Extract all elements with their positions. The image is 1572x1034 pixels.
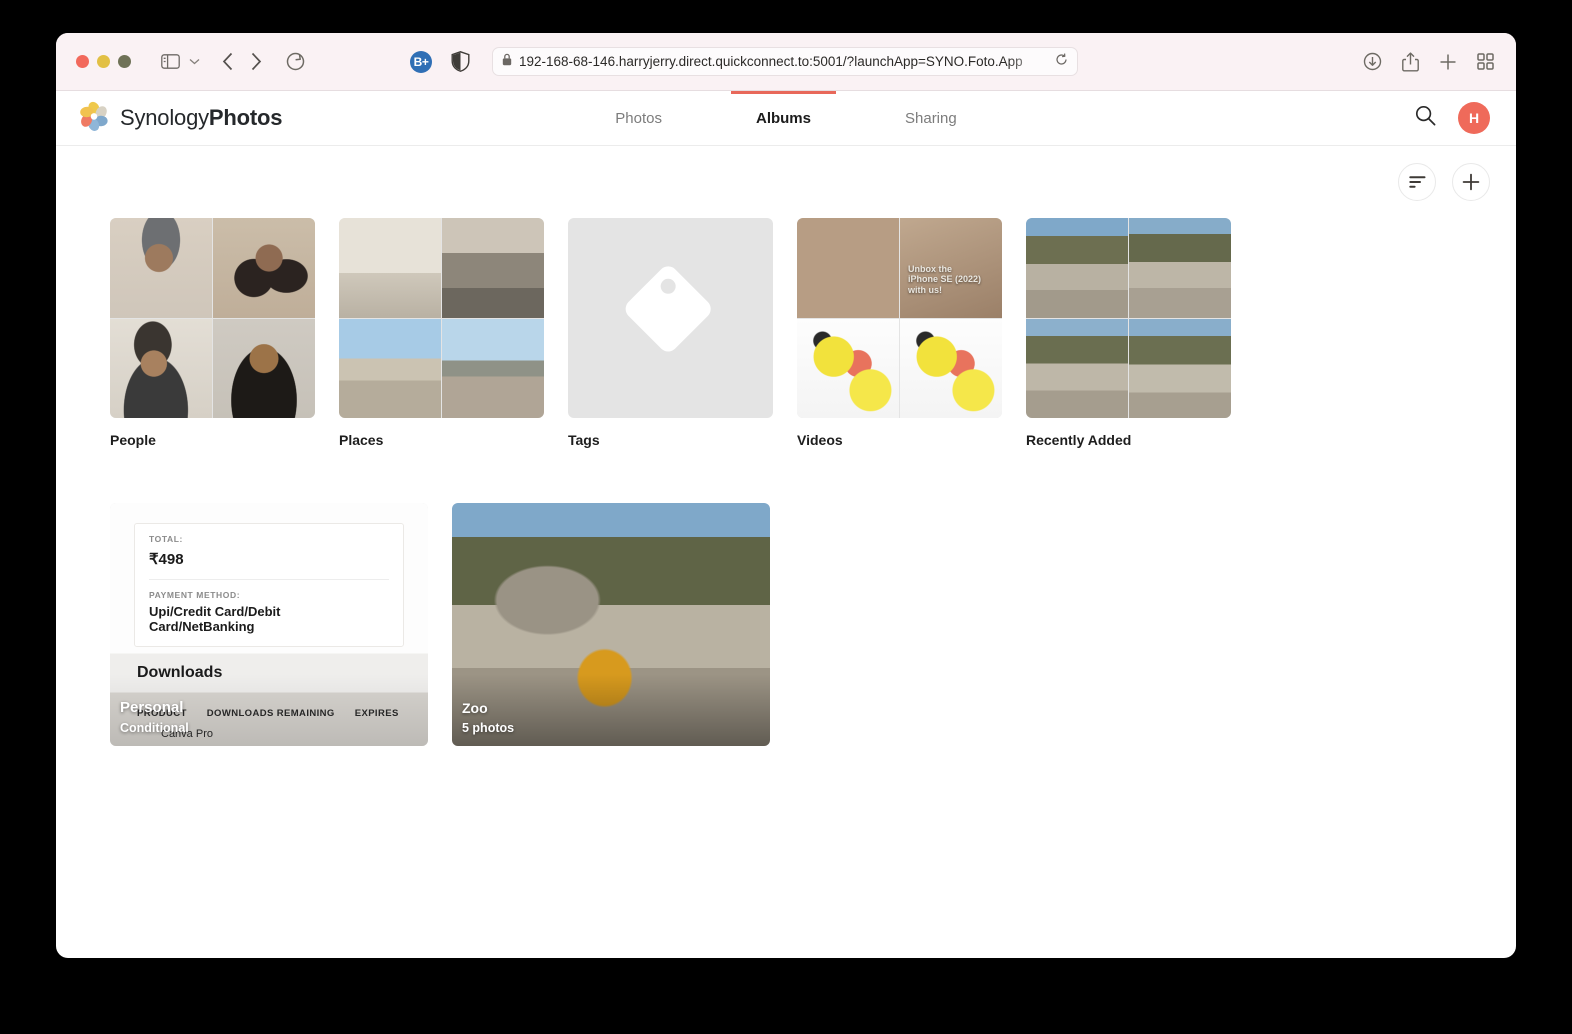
thumbnail-photo [1026, 318, 1128, 418]
brand-name-bold: Photos [208, 105, 283, 130]
tab-photos[interactable]: Photos [568, 91, 709, 146]
album-videos-thumbnail: Unbox the iPhone SE (2022) with us! [797, 218, 1002, 418]
album-label: People [110, 432, 156, 448]
video-thumbnail-caption: Unbox the iPhone SE (2022) with us! [908, 263, 982, 295]
window-controls [76, 55, 131, 68]
album-personal[interactable]: TOTAL: ₹498 PAYMENT METHOD: Upi/Credit C… [110, 503, 428, 746]
privacy-shield-icon[interactable] [451, 51, 470, 72]
forward-arrow-icon[interactable] [250, 52, 262, 71]
album-people-thumbnail [110, 218, 315, 418]
tab-albums[interactable]: Albums [709, 90, 858, 146]
album-label: Recently Added [1026, 432, 1132, 448]
address-bar[interactable]: 192-168-68-146.harryjerry.direct.quickco… [492, 47, 1078, 76]
toolbar-right-icons [1363, 51, 1494, 72]
invoice-total-value: ₹498 [149, 551, 184, 568]
user-albums-row: TOTAL: ₹498 PAYMENT METHOD: Upi/Credit C… [110, 503, 1516, 746]
tab-overview-icon[interactable] [1477, 53, 1494, 70]
album-videos[interactable]: Unbox the iPhone SE (2022) with us! Vide… [797, 218, 1002, 448]
app-title: SynologyPhotos [120, 105, 282, 131]
album-overlay: Zoo 5 photos [462, 700, 514, 736]
sidebar-icon[interactable] [161, 54, 180, 69]
smart-albums-row: People Places Tags Unbox the iPhone SE (… [110, 218, 1516, 448]
tab-sharing[interactable]: Sharing [858, 91, 1004, 146]
invoice-payment-value: Upi/Credit Card/Debit Card/NetBanking [149, 604, 281, 634]
thumbnail-photo [797, 218, 899, 318]
chevron-down-icon[interactable] [189, 58, 200, 65]
thumbnail-photo: Unbox the iPhone SE (2022) with us! [900, 218, 1002, 318]
browser-window: B+ 192-168-68-146.harryjerry.direct.quic… [56, 33, 1516, 958]
thumbnail-photo [1129, 318, 1231, 418]
album-zoo-thumbnail: Zoo 5 photos [452, 503, 770, 746]
search-icon[interactable] [1415, 105, 1436, 131]
thumbnail-photo [213, 318, 315, 418]
album-zoo[interactable]: Zoo 5 photos [452, 503, 770, 746]
new-tab-plus-icon[interactable] [1439, 53, 1457, 71]
close-window-button[interactable] [76, 55, 89, 68]
album-title: Personal [120, 699, 184, 716]
maximize-window-button[interactable] [118, 55, 131, 68]
album-people[interactable]: People [110, 218, 315, 448]
album-action-bar [56, 146, 1516, 218]
reload-icon[interactable] [286, 52, 305, 71]
url-text: 192-168-68-146.harryjerry.direct.quickco… [519, 54, 1023, 69]
divider [149, 579, 389, 580]
thumbnail-photo [110, 318, 212, 418]
download-icon[interactable] [1363, 52, 1382, 71]
thumbnail-photo [339, 218, 441, 318]
header-right-controls: H [1415, 102, 1490, 134]
album-tags[interactable]: Tags [568, 218, 773, 448]
albums-content: People Places Tags Unbox the iPhone SE (… [56, 218, 1516, 746]
app-brand: SynologyPhotos [79, 101, 282, 136]
add-album-button[interactable] [1452, 163, 1490, 201]
album-label: Places [339, 432, 384, 448]
album-tags-thumbnail [568, 218, 773, 418]
thumbnail-photo [213, 218, 315, 318]
invoice-payment-label: PAYMENT METHOD: [149, 590, 241, 600]
avatar[interactable]: H [1458, 102, 1490, 134]
thumbnail-photo [1026, 218, 1128, 318]
album-recently-added[interactable]: Recently Added [1026, 218, 1231, 448]
album-recently-added-thumbnail [1026, 218, 1231, 418]
album-label: Videos [797, 432, 843, 448]
sort-icon[interactable] [1398, 163, 1436, 201]
album-personal-thumbnail: TOTAL: ₹498 PAYMENT METHOD: Upi/Credit C… [110, 503, 428, 746]
thumbnail-photo [442, 318, 544, 418]
tag-icon [615, 260, 727, 377]
invoice-total-label: TOTAL: [149, 534, 183, 544]
back-arrow-icon[interactable] [222, 52, 234, 71]
thumbnail-photo [797, 318, 899, 418]
lock-icon [502, 53, 512, 71]
album-label: Tags [568, 432, 600, 448]
thumbnail-photo [442, 218, 544, 318]
reload-page-icon[interactable] [1055, 53, 1068, 71]
thumbnail-quad-grid [339, 218, 544, 418]
bitwarden-extension-icon[interactable]: B+ [410, 50, 432, 73]
brand-name-light: Synology [120, 105, 209, 130]
thumbnail-photo [900, 318, 1002, 418]
extension-icons: B+ [410, 50, 470, 73]
album-places-thumbnail [339, 218, 544, 418]
browser-toolbar: B+ 192-168-68-146.harryjerry.direct.quic… [56, 33, 1516, 91]
thumbnail-photo [110, 218, 212, 318]
album-title: Zoo [462, 700, 488, 717]
share-icon[interactable] [1402, 51, 1419, 72]
thumbnail-quad-grid: Unbox the iPhone SE (2022) with us! [797, 218, 1002, 418]
thumbnail-quad-grid [110, 218, 315, 418]
synology-photos-logo-icon [79, 101, 109, 136]
invoice-card: TOTAL: ₹498 PAYMENT METHOD: Upi/Credit C… [134, 523, 404, 647]
album-overlay: Personal Conditional [120, 699, 189, 736]
thumbnail-photo [1129, 218, 1231, 318]
thumbnail-quad-grid [1026, 218, 1231, 418]
tag-placeholder [568, 218, 773, 418]
thumbnail-photo [339, 318, 441, 418]
album-subtitle: Conditional [120, 720, 189, 735]
minimize-window-button[interactable] [97, 55, 110, 68]
app-header: SynologyPhotos Photos Albums Sharing H [56, 90, 1516, 146]
album-subtitle: 5 photos [462, 720, 515, 735]
album-places[interactable]: Places [339, 218, 544, 448]
